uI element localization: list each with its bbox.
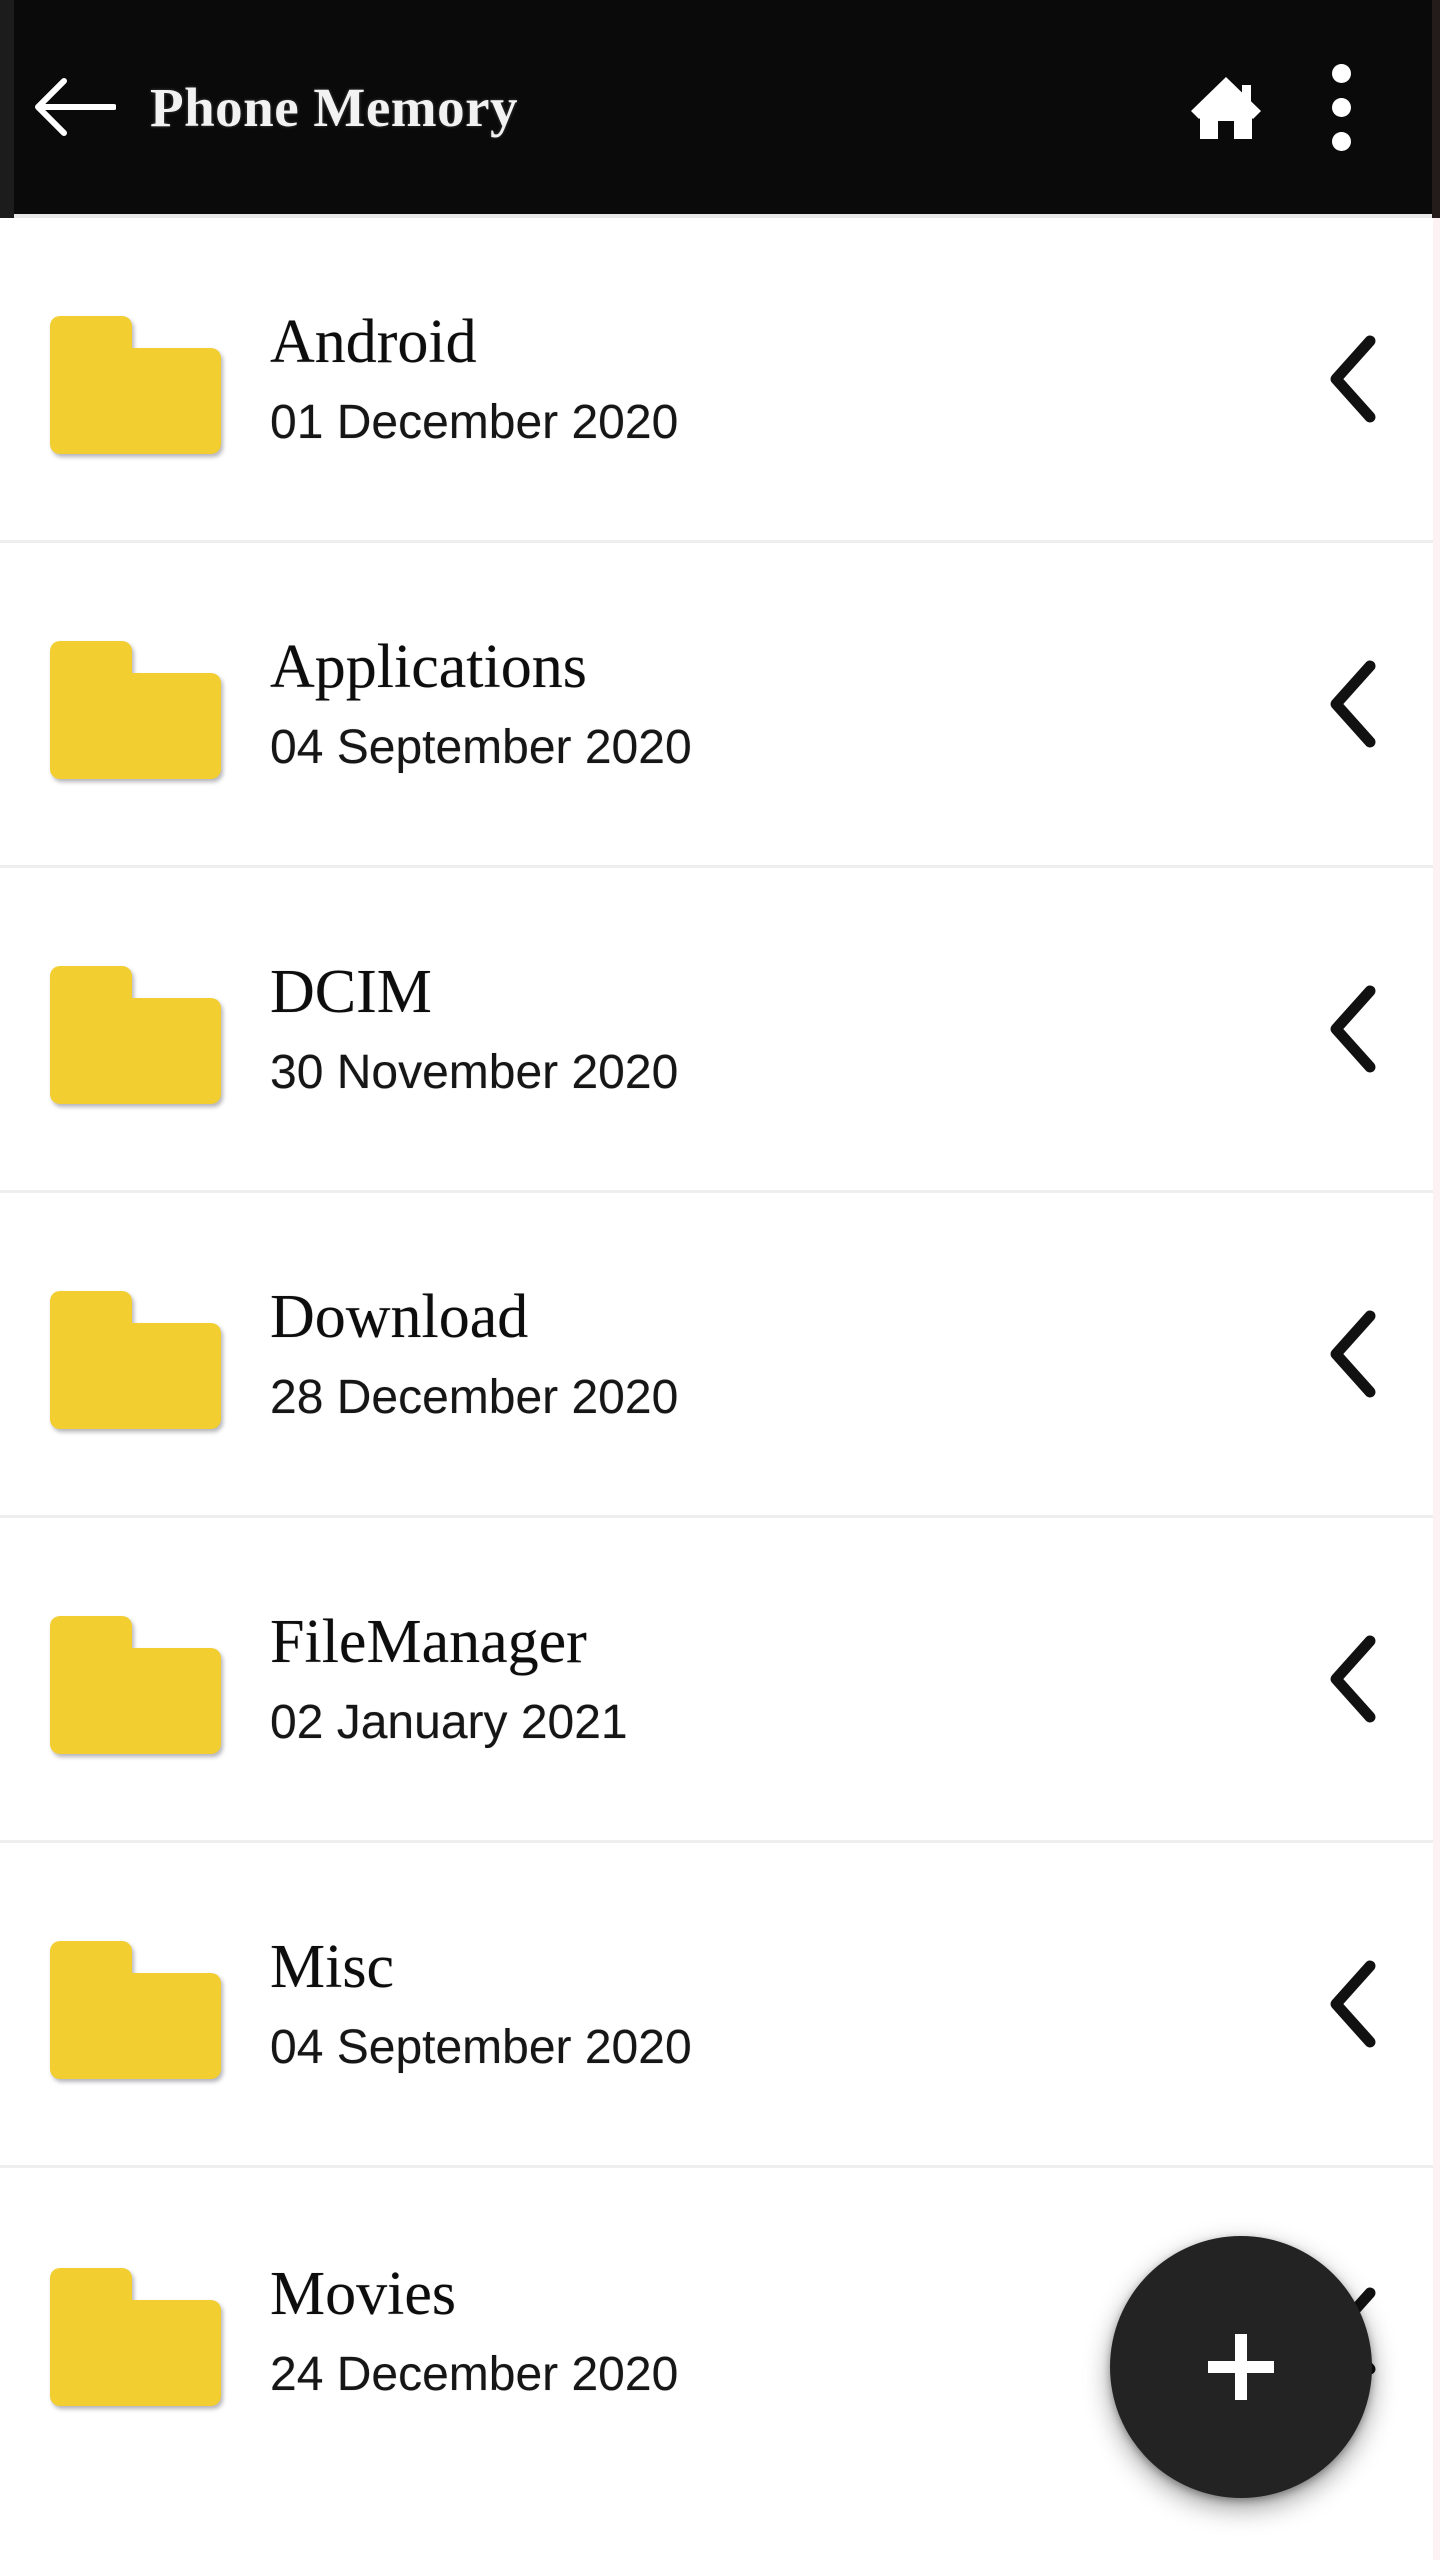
folder-icon-cell: [0, 1269, 270, 1439]
folder-icon-cell: [0, 2246, 270, 2416]
chevron-left-icon: [1330, 1310, 1375, 1398]
folder-icon-cell: [0, 619, 270, 789]
folder-icon-cell: [0, 1919, 270, 2089]
list-item[interactable]: Misc 04 September 2020: [0, 1843, 1440, 2168]
list-item[interactable]: Android 01 December 2020: [0, 218, 1440, 543]
folder-icon: [49, 641, 221, 779]
folder-name: Movies: [270, 2259, 456, 2328]
folder-date: 30 November 2020: [270, 1046, 679, 1099]
folder-date: 24 December 2020: [270, 2347, 679, 2401]
add-button[interactable]: [1110, 2236, 1372, 2498]
folder-date: 28 December 2020: [270, 1371, 679, 1424]
list-item-text: Applications 04 September 2020: [270, 636, 1265, 772]
open-folder-chevron[interactable]: [1265, 1633, 1440, 1725]
folder-date: 02 January 2021: [270, 1696, 628, 1749]
folder-name: Android: [270, 308, 477, 376]
home-icon: [1191, 77, 1261, 139]
chevron-left-icon: [1330, 1960, 1375, 2048]
folder-name: Download: [270, 1283, 529, 1351]
open-folder-chevron[interactable]: [1265, 658, 1440, 750]
more-vertical-icon-dot-3: [1331, 131, 1351, 151]
folder-icon-cell: [0, 294, 270, 464]
folder-name: Applications: [270, 633, 587, 701]
overflow-menu-button[interactable]: [1286, 0, 1396, 216]
folder-icon: [49, 1941, 221, 2079]
open-folder-chevron[interactable]: [1265, 333, 1440, 425]
folder-icon: [49, 2267, 221, 2406]
list-item[interactable]: DCIM 30 November 2020: [0, 868, 1440, 1193]
open-folder-chevron[interactable]: [1265, 983, 1440, 1075]
list-item[interactable]: Download 28 December 2020: [0, 1193, 1440, 1518]
list-item-text: Android 01 December 2020: [270, 311, 1265, 447]
list-item[interactable]: Applications 04 September 2020: [0, 543, 1440, 868]
folder-date: 04 September 2020: [270, 721, 692, 774]
list-item-text: FileManager 02 January 2021: [270, 1611, 1265, 1747]
chevron-left-icon: [1330, 1635, 1375, 1723]
plus-icon: [1208, 2334, 1274, 2400]
app-bar-right-edge: [1432, 0, 1440, 218]
folder-icon: [49, 1616, 221, 1754]
folder-name: Misc: [270, 1933, 394, 2001]
more-vertical-icon-dot-2: [1331, 97, 1351, 117]
folder-icon: [49, 966, 221, 1104]
folder-icon: [49, 1291, 221, 1429]
folder-icon: [49, 316, 221, 454]
back-button[interactable]: [0, 0, 150, 216]
folder-list[interactable]: Android 01 December 2020 Applications 04 Se…: [0, 218, 1440, 2493]
folder-name: DCIM: [270, 958, 432, 1026]
open-folder-chevron[interactable]: [1265, 1308, 1440, 1400]
chevron-left-icon: [1330, 660, 1375, 748]
arrow-left-icon: [35, 78, 116, 136]
chevron-left-icon: [1330, 335, 1375, 423]
folder-icon-cell: [0, 1594, 270, 1764]
open-folder-chevron[interactable]: [1265, 1958, 1440, 2050]
folder-icon-cell: [0, 944, 270, 1114]
folder-date: 04 September 2020: [270, 2021, 692, 2074]
screen-right-edge: [1433, 218, 1440, 2560]
home-button[interactable]: [1166, 0, 1286, 216]
page-title: Phone Memory: [150, 76, 518, 138]
folder-name: FileManager: [270, 1608, 587, 1676]
list-item-text: Download 28 December 2020: [270, 1286, 1265, 1422]
list-item-text: DCIM 30 November 2020: [270, 961, 1265, 1097]
list-item-text: Misc 04 September 2020: [270, 1936, 1265, 2072]
app-bar: Phone Memory: [0, 0, 1440, 218]
more-vertical-icon-dot-1: [1331, 63, 1351, 83]
list-item[interactable]: FileManager 02 January 2021: [0, 1518, 1440, 1843]
phone-memory-screen: Phone Memory Android 01 December 2020 Appl…: [0, 0, 1440, 2560]
folder-date: 01 December 2020: [270, 396, 679, 449]
chevron-left-icon: [1330, 985, 1375, 1073]
